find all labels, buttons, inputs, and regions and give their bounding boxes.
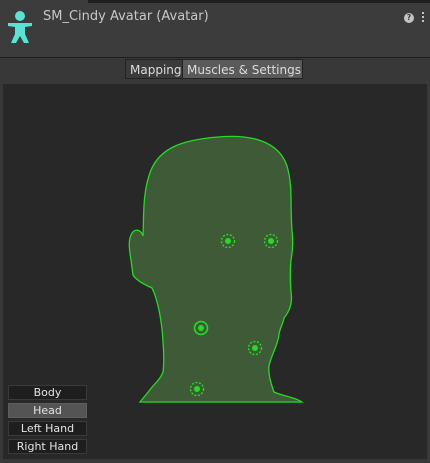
view-mode-buttons: Body Head Left Hand Right Hand [8,385,87,457]
kebab-menu-icon[interactable] [421,12,425,24]
tab-muscles-settings[interactable]: Muscles & Settings [183,59,303,79]
window-title: SM_Cindy Avatar (Avatar) [43,9,209,24]
mode-head-button[interactable]: Head [8,403,87,418]
mode-right-hand-button[interactable]: Right Hand [8,439,87,454]
mode-left-hand-button[interactable]: Left Hand [8,421,87,436]
mode-body-button[interactable]: Body [8,385,87,400]
inspector-header: SM_Cindy Avatar (Avatar) ? [0,3,430,57]
avatar-preview-viewport: Body Head Left Hand Right Hand [3,84,427,459]
bottom-strip [0,459,430,463]
tab-mapping[interactable]: Mapping [125,59,183,79]
question-icon[interactable]: ? [404,13,414,23]
tab-group: Mapping Muscles & Settings [125,59,303,80]
head-silhouette [128,135,305,403]
avatar-icon [8,11,32,43]
